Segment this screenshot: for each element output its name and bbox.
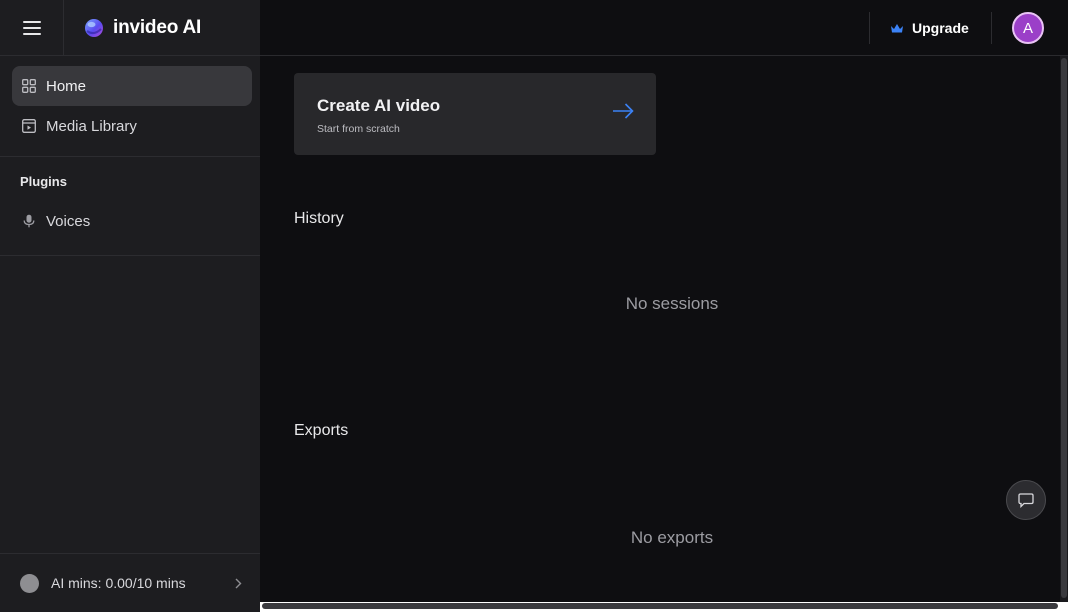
create-ai-video-card[interactable]: Create AI video Start from scratch: [294, 73, 656, 155]
brand-name: invideo AI: [113, 16, 202, 38]
chevron-right-icon: [235, 578, 242, 588]
chat-bubble-icon: [1018, 492, 1034, 508]
sidebar-item-voices[interactable]: Voices: [12, 201, 252, 241]
create-card-title: Create AI video: [317, 96, 441, 115]
sidebar-item-media-library[interactable]: Media Library: [12, 106, 252, 146]
chat-support-button[interactable]: [1006, 480, 1046, 520]
microphone-icon: [20, 212, 38, 230]
hamburger-icon: [22, 20, 41, 35]
sidebar-item-label: Home: [46, 77, 87, 95]
history-heading: History: [294, 210, 344, 227]
exports-empty-state: No exports: [630, 528, 714, 547]
upgrade-label: Upgrade: [912, 20, 969, 36]
exports-heading: Exports: [294, 422, 349, 439]
ai-mins-label: AI mins: 0.00/10 mins: [51, 575, 186, 591]
usage-indicator-icon: [20, 573, 39, 593]
arrow-right-icon: [613, 103, 634, 119]
brand[interactable]: invideo AI: [83, 17, 201, 39]
sidebar-item-label: Media Library: [46, 117, 137, 135]
ai-mins-usage[interactable]: AI mins: 0.00/10 mins: [0, 553, 260, 612]
sidebar-nav: Home Media Library: [0, 56, 260, 157]
create-card-subtitle: Start from scratch: [317, 123, 400, 135]
plugins-section: Plugins Voices: [0, 157, 260, 256]
horizontal-scrollbar-thumb[interactable]: [262, 603, 1058, 609]
sidebar-item-home[interactable]: Home: [12, 66, 252, 106]
divider: [991, 12, 992, 44]
avatar[interactable]: A: [1012, 12, 1044, 44]
sidebar-item-label: Voices: [46, 212, 91, 230]
plugins-heading: Plugins: [20, 174, 67, 189]
sidebar-header: invideo AI: [0, 0, 260, 56]
crown-icon: [891, 23, 903, 32]
main-content: Create AI video Start from scratch Histo…: [260, 56, 1060, 602]
upgrade-button[interactable]: Upgrade: [890, 16, 969, 40]
history-empty-state: No sessions: [625, 294, 719, 313]
invideo-logo-icon: [85, 18, 103, 37]
top-bar: Upgrade A: [260, 0, 1068, 56]
vertical-scrollbar-thumb[interactable]: [1061, 58, 1067, 598]
sidebar: invideo AI Home Media Library Plugins Vo…: [0, 0, 260, 612]
divider: [869, 12, 870, 44]
grid-icon: [20, 77, 38, 95]
vertical-scrollbar[interactable]: [1060, 56, 1068, 602]
menu-toggle-button[interactable]: [0, 0, 64, 56]
media-library-icon: [20, 117, 38, 135]
horizontal-scrollbar[interactable]: [260, 602, 1068, 612]
